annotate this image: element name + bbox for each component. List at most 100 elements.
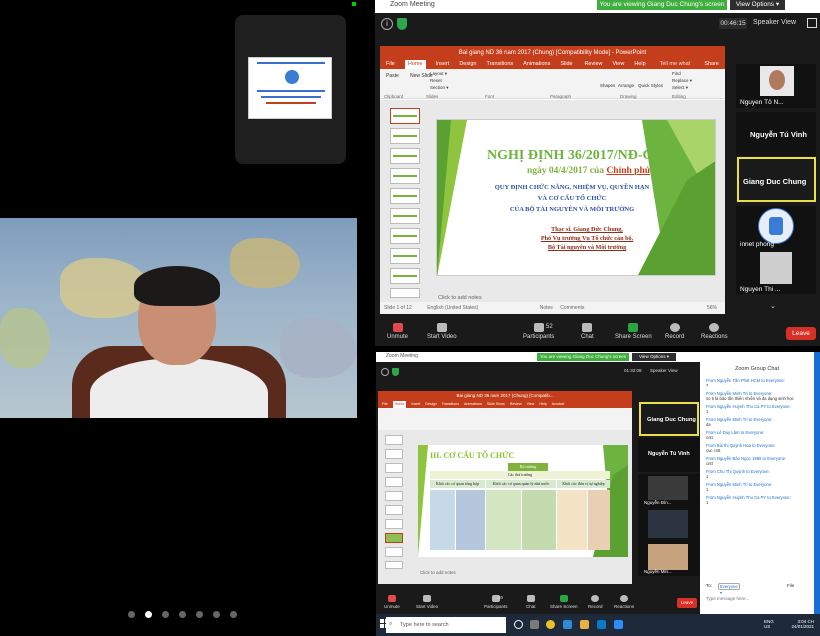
quick-styles-button[interactable]: Quick Styles — [638, 83, 663, 88]
bottom-participant-tile[interactable]: Nguyễn Min... — [638, 542, 700, 576]
shapes-button[interactable]: Shapes — [600, 83, 615, 88]
tab-home[interactable]: Home — [392, 401, 407, 408]
participant-tile[interactable]: Nguyen Thi ... — [736, 250, 816, 294]
tab-animations[interactable]: Animations — [523, 60, 550, 69]
unmute-button[interactable]: Unmute — [387, 323, 408, 340]
add-notes[interactable]: Click to add notes — [438, 295, 482, 301]
bottom-add-notes[interactable]: Click to add notes — [420, 570, 456, 575]
slide-thumb[interactable] — [390, 148, 420, 164]
mail-icon[interactable] — [597, 620, 606, 629]
slide-thumb-selected[interactable] — [385, 533, 403, 543]
bottom-share-screen-button[interactable]: Share Screen — [550, 595, 578, 609]
bottom-participants-button[interactable]: Participants — [484, 595, 508, 609]
page-dot[interactable] — [128, 611, 135, 618]
chat-input[interactable] — [706, 593, 810, 603]
zoom-level[interactable]: 56% — [707, 302, 717, 314]
bottom-view-options-button[interactable]: View Options ▾ — [632, 353, 676, 361]
leave-button[interactable]: Leave — [786, 327, 816, 340]
tab-home[interactable]: Home — [404, 60, 426, 69]
participant-tile[interactable]: innet phong — [736, 206, 816, 250]
tab-acrobat[interactable]: Acrobat — [552, 401, 564, 408]
slide-thumb[interactable] — [390, 208, 420, 224]
bottom-speaker-view-button[interactable]: Speaker View — [650, 368, 690, 376]
bottom-unmute-button[interactable]: Unmute — [384, 595, 400, 609]
slide-thumb[interactable] — [390, 188, 420, 204]
share-button[interactable]: Share — [704, 60, 719, 69]
tab-view[interactable]: View — [527, 401, 535, 408]
slide-thumb[interactable] — [385, 505, 403, 515]
page-dot[interactable] — [230, 611, 237, 618]
slide-thumb[interactable] — [385, 463, 403, 473]
tab-transitions[interactable]: Transitions — [442, 401, 459, 408]
tab-review[interactable]: Review — [584, 60, 602, 69]
bottom-shield-icon[interactable] — [392, 368, 399, 376]
select-button[interactable]: Select ▾ — [672, 85, 688, 91]
page-dot[interactable] — [196, 611, 203, 618]
slide-thumb[interactable] — [385, 561, 403, 569]
tab-file[interactable]: File — [382, 401, 388, 408]
slide-thumb[interactable] — [390, 248, 420, 264]
tab-insert[interactable]: Insert — [436, 60, 450, 69]
slide-thumb[interactable] — [390, 128, 420, 144]
bottom-participant-tile[interactable]: Nguyễn Tú Vinh — [638, 438, 700, 472]
page-dot[interactable] — [213, 611, 220, 618]
tab-help[interactable]: Help — [539, 401, 546, 408]
slide-thumb[interactable] — [385, 477, 403, 487]
slide-thumb[interactable] — [385, 519, 403, 529]
paste-button[interactable]: Paste — [386, 73, 399, 79]
start-video-button[interactable]: Start Video — [427, 323, 457, 340]
bottom-leave-button[interactable]: Leave — [677, 598, 697, 608]
section-button[interactable]: Section ▾ — [430, 85, 449, 91]
slide-thumb[interactable] — [390, 268, 420, 284]
tab-design[interactable]: Design — [459, 60, 476, 69]
participant-tile[interactable]: Nguyễn Tú Vinh — [736, 112, 816, 156]
bottom-participant-tile[interactable]: Nguyễn Đìn... — [638, 474, 700, 508]
info-icon[interactable]: i — [381, 18, 393, 30]
bottom-chat-button[interactable]: Chat — [526, 595, 536, 609]
folder-icon[interactable] — [580, 620, 589, 629]
speaker-view-button[interactable]: Speaker View — [753, 17, 801, 29]
page-dot[interactable] — [162, 611, 169, 618]
language-indicator[interactable]: ENG US — [764, 619, 774, 629]
tab-view[interactable]: View — [612, 60, 624, 69]
bottom-participant-active[interactable]: Giang Duc Chung — [639, 402, 699, 436]
share-screen-button[interactable]: Share Screen — [615, 323, 652, 340]
slide-thumb[interactable] — [390, 228, 420, 244]
tab-help[interactable]: Help — [634, 60, 645, 69]
slide-thumb[interactable] — [390, 168, 420, 184]
layout-button[interactable]: Layout ▾ — [430, 71, 447, 77]
slide-thumbnail[interactable] — [248, 57, 332, 119]
bottom-record-button[interactable]: Record — [588, 595, 603, 609]
view-options-button[interactable]: View Options ▾ — [730, 0, 785, 10]
notes-button[interactable]: Notes — [540, 305, 553, 311]
chat-file-button[interactable]: File — [787, 583, 794, 588]
shield-icon[interactable] — [397, 18, 407, 30]
tab-file[interactable]: File — [386, 60, 395, 69]
replace-button[interactable]: Replace ▾ — [672, 78, 692, 84]
taskbar-search[interactable]: Type here to search — [386, 617, 506, 633]
slide-thumb[interactable] — [385, 491, 403, 501]
tab-review[interactable]: Review — [510, 401, 522, 408]
page-dot-active[interactable] — [145, 611, 152, 618]
fullscreen-icon[interactable] — [807, 18, 817, 28]
chevron-down-icon[interactable]: ⌄ — [770, 302, 776, 310]
bottom-reactions-button[interactable]: Reactions — [614, 595, 634, 609]
bottom-participant-tile[interactable] — [638, 508, 700, 542]
tab-slideshow[interactable]: Slide Show — [487, 401, 505, 408]
participant-tile[interactable]: Nguyen Tô N... — [736, 64, 816, 108]
slide-thumb[interactable] — [390, 108, 420, 124]
tab-transitions[interactable]: Transitions — [486, 60, 513, 69]
zoom-icon[interactable] — [614, 620, 623, 629]
tab-insert[interactable]: Insert — [411, 401, 420, 408]
reset-button[interactable]: Reset — [430, 78, 442, 83]
chrome-icon[interactable] — [546, 620, 555, 629]
record-button[interactable]: Record — [665, 323, 684, 340]
find-button[interactable]: Find — [672, 71, 681, 76]
tab-animations[interactable]: Animations — [464, 401, 482, 408]
chat-button[interactable]: Chat — [581, 323, 594, 340]
task-view-icon[interactable] — [514, 620, 523, 629]
slide-thumb[interactable] — [390, 288, 420, 298]
participant-tile-active[interactable]: Giang Duc Chung — [737, 157, 816, 202]
taskbar-clock[interactable]: 3:04 CH 24/01/2021 — [784, 619, 814, 629]
comments-button[interactable]: Comments — [560, 305, 584, 311]
